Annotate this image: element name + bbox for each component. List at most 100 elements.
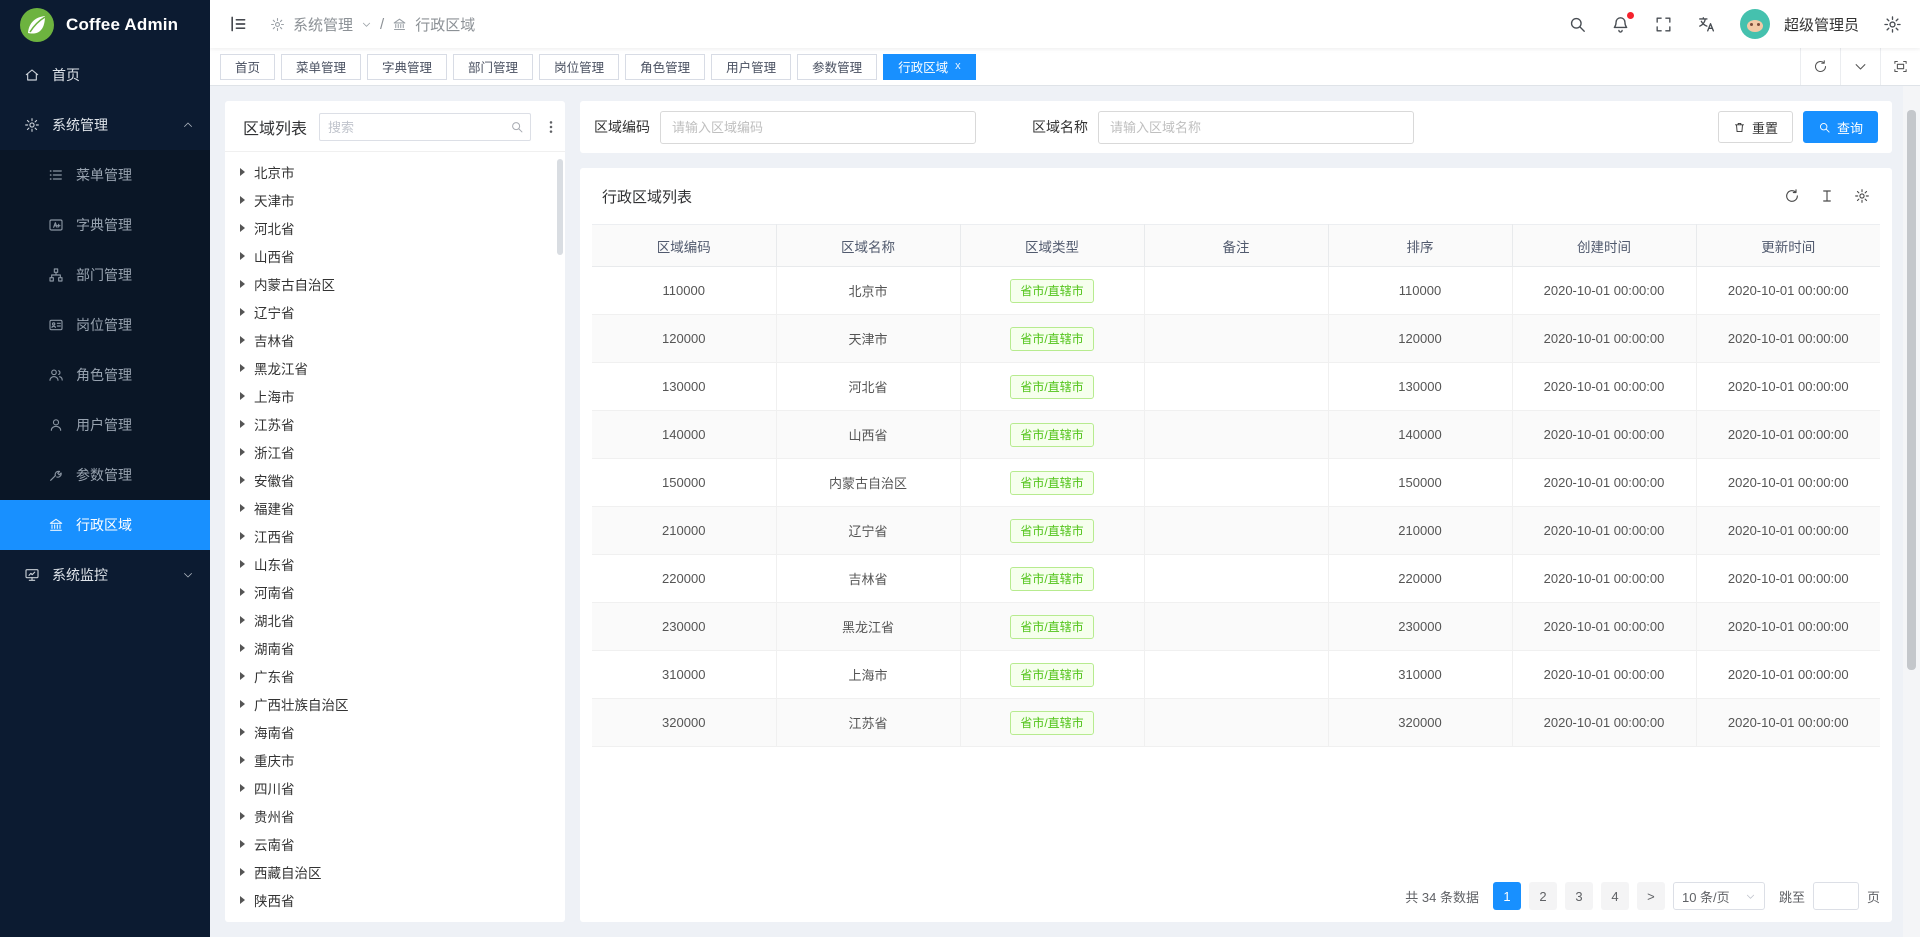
tree-item-福建省[interactable]: 福建省 <box>225 494 565 522</box>
caret-right-icon[interactable] <box>240 168 245 176</box>
tab-行政区域[interactable]: 行政区域x <box>883 54 976 80</box>
caret-right-icon[interactable] <box>240 476 245 484</box>
caret-right-icon[interactable] <box>240 616 245 624</box>
caret-right-icon[interactable] <box>240 448 245 456</box>
sidebar-item-行政区域[interactable]: 行政区域 <box>0 500 210 550</box>
table-row[interactable]: 110000 北京市 省市/直辖市 110000 2020-10-01 00:0… <box>592 267 1880 315</box>
caret-right-icon[interactable] <box>240 644 245 652</box>
content-fullscreen-button[interactable] <box>1880 48 1920 85</box>
tree-item-上海市[interactable]: 上海市 <box>225 382 565 410</box>
caret-right-icon[interactable] <box>240 224 245 232</box>
caret-right-icon[interactable] <box>240 700 245 708</box>
caret-right-icon[interactable] <box>240 840 245 848</box>
tab-岗位管理[interactable]: 岗位管理 <box>539 54 619 80</box>
table-row[interactable]: 230000 黑龙江省 省市/直辖市 230000 2020-10-01 00:… <box>592 603 1880 651</box>
tree-item-内蒙古自治区[interactable]: 内蒙古自治区 <box>225 270 565 298</box>
table-row[interactable]: 210000 辽宁省 省市/直辖市 210000 2020-10-01 00:0… <box>592 507 1880 555</box>
caret-right-icon[interactable] <box>240 364 245 372</box>
tree-item-贵州省[interactable]: 贵州省 <box>225 802 565 830</box>
tree-item-湖南省[interactable]: 湖南省 <box>225 634 565 662</box>
table-row[interactable]: 150000 内蒙古自治区 省市/直辖市 150000 2020-10-01 0… <box>592 459 1880 507</box>
tree-item-安徽省[interactable]: 安徽省 <box>225 466 565 494</box>
caret-right-icon[interactable] <box>240 252 245 260</box>
tree-item-海南省[interactable]: 海南省 <box>225 718 565 746</box>
caret-right-icon[interactable] <box>240 532 245 540</box>
reset-button[interactable]: 重置 <box>1718 111 1793 143</box>
tree-item-黑龙江省[interactable]: 黑龙江省 <box>225 354 565 382</box>
region-code-input[interactable] <box>660 111 976 144</box>
caret-right-icon[interactable] <box>240 812 245 820</box>
caret-right-icon[interactable] <box>240 784 245 792</box>
kebab-menu-icon[interactable] <box>543 118 559 136</box>
caret-right-icon[interactable] <box>240 756 245 764</box>
page-button-4[interactable]: 4 <box>1601 882 1629 910</box>
page-button-1[interactable]: 1 <box>1493 882 1521 910</box>
region-name-input[interactable] <box>1098 111 1414 144</box>
sidebar-item-首页[interactable]: 首页 <box>0 50 210 100</box>
tree-item-湖北省[interactable]: 湖北省 <box>225 606 565 634</box>
caret-right-icon[interactable] <box>240 280 245 288</box>
search-icon[interactable] <box>1568 15 1587 34</box>
caret-right-icon[interactable] <box>240 392 245 400</box>
tree-item-四川省[interactable]: 四川省 <box>225 774 565 802</box>
search-icon[interactable] <box>510 120 524 134</box>
sidebar-item-参数管理[interactable]: 参数管理 <box>0 450 210 500</box>
refresh-tab-button[interactable] <box>1800 48 1840 85</box>
tree-item-江苏省[interactable]: 江苏省 <box>225 410 565 438</box>
tree-item-天津市[interactable]: 天津市 <box>225 186 565 214</box>
tree-item-浙江省[interactable]: 浙江省 <box>225 438 565 466</box>
tree-item-吉林省[interactable]: 吉林省 <box>225 326 565 354</box>
caret-right-icon[interactable] <box>240 504 245 512</box>
user-avatar[interactable] <box>1740 9 1770 39</box>
table-row[interactable]: 320000 江苏省 省市/直辖市 320000 2020-10-01 00:0… <box>592 699 1880 747</box>
tree-item-辽宁省[interactable]: 辽宁省 <box>225 298 565 326</box>
table-row[interactable]: 310000 上海市 省市/直辖市 310000 2020-10-01 00:0… <box>592 651 1880 699</box>
table-row[interactable]: 130000 河北省 省市/直辖市 130000 2020-10-01 00:0… <box>592 363 1880 411</box>
caret-right-icon[interactable] <box>240 196 245 204</box>
sidebar-item-角色管理[interactable]: 角色管理 <box>0 350 210 400</box>
tab-部门管理[interactable]: 部门管理 <box>453 54 533 80</box>
caret-right-icon[interactable] <box>240 560 245 568</box>
sidebar-item-系统监控[interactable]: 系统监控 <box>0 550 210 600</box>
user-name[interactable]: 超级管理员 <box>1784 14 1859 35</box>
caret-right-icon[interactable] <box>240 420 245 428</box>
sidebar-item-系统管理[interactable]: 系统管理 <box>0 100 210 150</box>
menu-fold-icon[interactable] <box>228 14 248 34</box>
caret-right-icon[interactable] <box>240 308 245 316</box>
breadcrumb-section[interactable]: 系统管理 <box>293 14 353 35</box>
fullscreen-icon[interactable] <box>1654 15 1673 34</box>
caret-right-icon[interactable] <box>240 868 245 876</box>
page-size-select[interactable]: 10 条/页 <box>1673 882 1765 910</box>
tab-角色管理[interactable]: 角色管理 <box>625 54 705 80</box>
jump-page-input[interactable] <box>1813 882 1859 910</box>
tree-item-甘肃省[interactable]: 甘肃省 <box>225 914 565 922</box>
caret-right-icon[interactable] <box>240 672 245 680</box>
tree-item-山东省[interactable]: 山东省 <box>225 550 565 578</box>
tree-item-河北省[interactable]: 河北省 <box>225 214 565 242</box>
translate-icon[interactable] <box>1697 15 1716 34</box>
tree-item-北京市[interactable]: 北京市 <box>225 158 565 186</box>
caret-right-icon[interactable] <box>240 588 245 596</box>
page-button-2[interactable]: 2 <box>1529 882 1557 910</box>
tree-item-陕西省[interactable]: 陕西省 <box>225 886 565 914</box>
notification-bell-icon[interactable] <box>1611 15 1630 34</box>
sidebar-item-字典管理[interactable]: 字典管理 <box>0 200 210 250</box>
window-scrollbar-thumb[interactable] <box>1907 110 1916 670</box>
table-row[interactable]: 140000 山西省 省市/直辖市 140000 2020-10-01 00:0… <box>592 411 1880 459</box>
sidebar-item-部门管理[interactable]: 部门管理 <box>0 250 210 300</box>
table-row[interactable]: 220000 吉林省 省市/直辖市 220000 2020-10-01 00:0… <box>592 555 1880 603</box>
tree-item-广东省[interactable]: 广东省 <box>225 662 565 690</box>
tree-search-input[interactable] <box>328 120 504 135</box>
tab-字典管理[interactable]: 字典管理 <box>367 54 447 80</box>
tree-scrollbar[interactable] <box>557 159 563 255</box>
tree-item-广西壮族自治区[interactable]: 广西壮族自治区 <box>225 690 565 718</box>
tree-item-江西省[interactable]: 江西省 <box>225 522 565 550</box>
sidebar-item-岗位管理[interactable]: 岗位管理 <box>0 300 210 350</box>
tree-item-河南省[interactable]: 河南省 <box>225 578 565 606</box>
caret-right-icon[interactable] <box>240 336 245 344</box>
next-page-button[interactable]: > <box>1637 882 1665 910</box>
sidebar-item-菜单管理[interactable]: 菜单管理 <box>0 150 210 200</box>
tree-item-云南省[interactable]: 云南省 <box>225 830 565 858</box>
tab-用户管理[interactable]: 用户管理 <box>711 54 791 80</box>
refresh-icon[interactable] <box>1784 188 1800 204</box>
